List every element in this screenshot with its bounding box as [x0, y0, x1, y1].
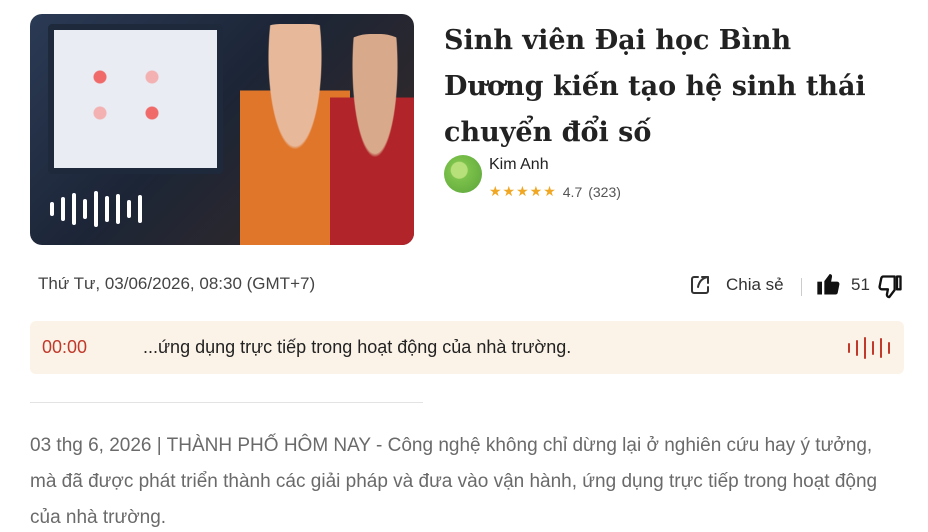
rating-value: 4.7: [562, 183, 583, 200]
like-count: 51: [851, 275, 870, 294]
thumbs-down-icon[interactable]: [876, 273, 904, 301]
publish-datetime: Thứ Tư, 03/06/2026, 08:30 (GMT+7): [38, 274, 316, 293]
audio-caption: ...ứng dụng trực tiếp trong hoạt động củ…: [143, 337, 572, 357]
thumbs-up-icon[interactable]: [815, 270, 843, 298]
article-title[interactable]: Sinh viên Đại học Bình Dương kiến tạo hệ…: [444, 18, 894, 156]
audio-wave-icon[interactable]: [848, 337, 890, 359]
rating-stars-icon: ★★★★★: [489, 183, 557, 199]
audio-time: 00:00: [42, 337, 88, 357]
rating-count: (323): [588, 183, 621, 200]
author-name[interactable]: Kim Anh: [489, 156, 549, 174]
monitor-graphic: [48, 24, 223, 174]
toolbar-divider: [801, 278, 802, 296]
share-button[interactable]: Chia sẻ: [726, 275, 784, 295]
audio-player[interactable]: 00:00 ...ứng dụng trực tiếp trong hoạt đ…: [30, 321, 904, 374]
article-lead: 03 thg 6, 2026 | THÀNH PHỐ HÔM NAY - Côn…: [30, 435, 878, 528]
article-hero-image[interactable]: [30, 14, 414, 245]
section-divider: [30, 402, 423, 403]
student-figure-2: [330, 34, 414, 245]
share-icon[interactable]: [688, 273, 712, 297]
rating: ★★★★★ 4.7 (323): [489, 183, 621, 200]
author-avatar[interactable]: [444, 155, 482, 193]
audio-wave-icon[interactable]: [50, 189, 142, 229]
